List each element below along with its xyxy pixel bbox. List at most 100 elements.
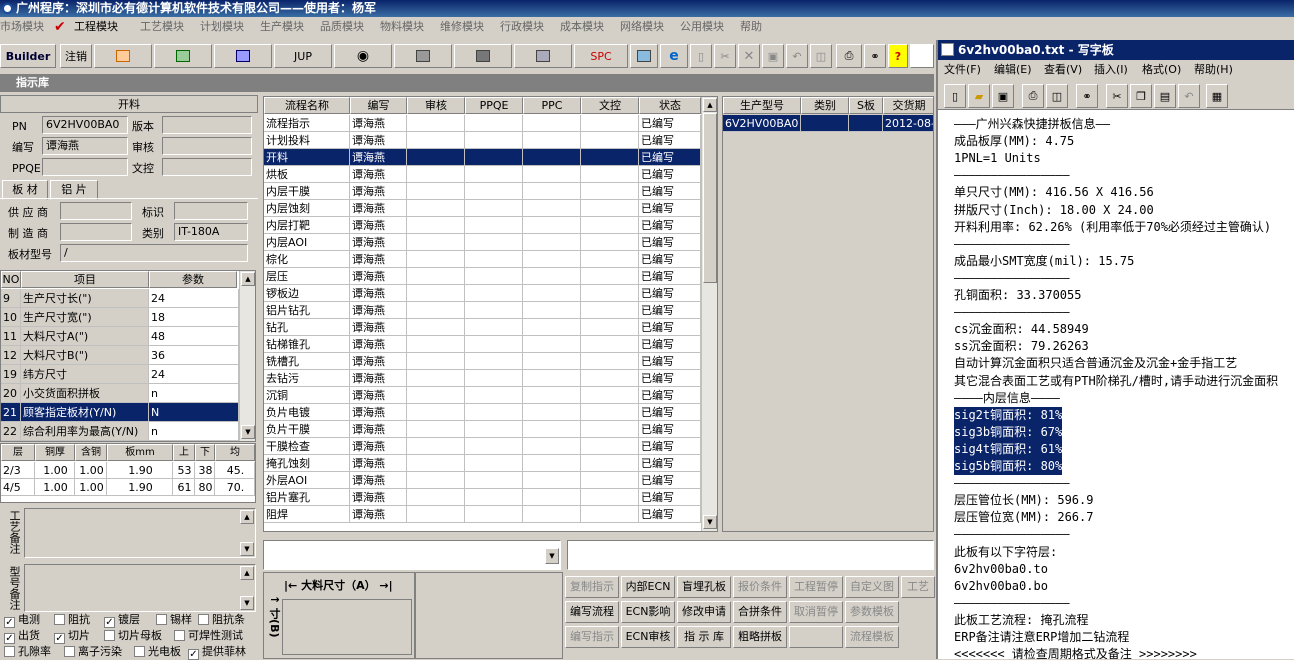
checkbox-icon[interactable] — [134, 646, 145, 657]
cabinet-button[interactable] — [394, 44, 452, 68]
option-checkbox[interactable]: 阻抗条 — [198, 613, 245, 627]
action-button[interactable]: 编写指示 — [565, 626, 619, 648]
table-row[interactable]: 内层打靶 谭海燕 已编写 — [264, 217, 701, 234]
print-button[interactable]: ⎙ — [1022, 84, 1044, 108]
scroll-down-icon[interactable]: ▼ — [240, 596, 254, 610]
scroll-up-icon[interactable]: ▲ — [703, 98, 717, 112]
table-row[interactable]: 内层AOI 谭海燕 已编写 — [264, 234, 701, 251]
new-button[interactable]: ▯ — [690, 44, 712, 68]
action-button[interactable]: 盲埋孔板 — [677, 576, 731, 598]
table-row[interactable]: 负片电镀 谭海燕 已编写 — [264, 404, 701, 421]
pn-field[interactable]: 6V2HV00BA0 — [42, 116, 128, 134]
option-checkbox[interactable]: 离子污染 — [64, 645, 122, 659]
table-row[interactable]: 烘板 谭海燕 已编写 — [264, 166, 701, 183]
checkbox-icon[interactable] — [156, 614, 167, 625]
paste-button[interactable]: ▤ — [1154, 84, 1176, 108]
table-row[interactable]: 21 顾客指定板材(Y/N) N — [1, 403, 239, 422]
table-row[interactable]: 铣槽孔 谭海燕 已编写 — [264, 353, 701, 370]
layers-grid[interactable]: 层铜厚(OZ)含铜mm板mm上下均2/31.001.001.90533845.4… — [0, 443, 256, 503]
action-button[interactable]: 工程暂停 — [789, 576, 843, 598]
printer-button[interactable] — [514, 44, 572, 68]
wordpad-menu-item[interactable]: 查看(V) — [1044, 60, 1082, 80]
checkmark-icon[interactable]: ✓ — [104, 617, 115, 628]
action-button[interactable]: 工艺计 — [901, 576, 935, 598]
table-row[interactable]: 9 生产尺寸长(") 24 — [1, 289, 239, 308]
table-row[interactable]: 开料 谭海燕 已编写 — [264, 149, 701, 166]
ie-button[interactable]: e — [660, 44, 688, 68]
table-row[interactable]: 计划投料 谭海燕 已编写 — [264, 132, 701, 149]
cut-button[interactable]: ✂ — [714, 44, 736, 68]
table-row[interactable]: 阻焊 谭海燕 已编写 — [264, 506, 701, 523]
menu-item[interactable]: 维修模块 — [440, 17, 484, 37]
checkmark-icon[interactable]: ✓ — [4, 617, 15, 628]
spc-button[interactable]: SPC — [574, 44, 628, 68]
params-header-item[interactable]: 项目 — [21, 271, 149, 288]
menu-item[interactable]: 成本模块 — [560, 17, 604, 37]
flow-header[interactable]: 审核 — [407, 97, 465, 114]
action-button[interactable]: 报价条件 — [733, 576, 787, 598]
wordpad-menu-item[interactable]: 编辑(E) — [994, 60, 1032, 80]
flow-grid[interactable]: ▲ ▼ 流程名称 编写 审核 PPQE PPC 文控 状态 流程指示 谭海燕 已编写 计划投料 谭海燕… — [263, 96, 718, 532]
table-row[interactable]: 20 小交货面积拼板 n — [1, 384, 239, 403]
flow-header[interactable]: 状态 — [639, 97, 701, 114]
flow-header[interactable]: PPC — [523, 97, 581, 114]
table-row[interactable]: 流程指示 谭海燕 已编写 — [264, 115, 701, 132]
action-button[interactable]: 取消暂停 — [789, 601, 843, 623]
action-button[interactable] — [789, 626, 843, 648]
save-button[interactable]: ▣ — [992, 84, 1014, 108]
flow-header[interactable]: PPQE — [465, 97, 523, 114]
chevron-down-icon[interactable]: ▼ — [545, 548, 559, 564]
table-row[interactable]: 层压 谭海燕 已编写 — [264, 268, 701, 285]
copy-button[interactable]: ❐ — [1130, 84, 1152, 108]
action-button[interactable]: 内部ECN — [621, 576, 675, 598]
flow-scrollbar[interactable]: ▲ ▼ — [701, 97, 717, 531]
option-checkbox[interactable]: ✓ 镀层 — [104, 613, 140, 628]
option-checkbox[interactable]: 阻抗 — [54, 613, 90, 627]
review-field[interactable] — [162, 137, 252, 155]
table-row[interactable]: 内层蚀刻 谭海燕 已编写 — [264, 200, 701, 217]
action-button[interactable]: 修改申请 — [677, 601, 731, 623]
checkbox-icon[interactable] — [4, 646, 15, 657]
ppqe-field[interactable] — [42, 158, 128, 176]
jup-button[interactable]: JUP — [274, 44, 332, 68]
table-row[interactable]: 去钻污 谭海燕 已编写 — [264, 370, 701, 387]
checkmark-icon[interactable]: ✓ — [54, 633, 65, 644]
export-excel-button[interactable] — [154, 44, 212, 68]
table-row[interactable]: 钻梯锥孔 谭海燕 已编写 — [264, 336, 701, 353]
export-text-button[interactable] — [94, 44, 152, 68]
menu-item[interactable]: 计划模块 — [200, 17, 244, 37]
maker-field[interactable] — [60, 223, 132, 241]
wordpad-document[interactable]: ———广州兴森快捷拼板信息—— 成品板厚(MM): 4.75 1PNL=1 Unit… — [938, 112, 1294, 659]
calc-button[interactable] — [630, 44, 658, 68]
menu-item[interactable]: 物料模块 — [380, 17, 424, 37]
model-notes-box[interactable]: ▲ ▼ — [24, 564, 256, 612]
production-header[interactable]: S板 — [849, 97, 883, 114]
scroll-up-icon[interactable]: ▲ — [241, 272, 255, 286]
flow-header[interactable]: 文控 — [581, 97, 639, 114]
params-header-no[interactable]: NO — [1, 271, 21, 288]
supplier-field[interactable] — [60, 202, 132, 220]
scroll-down-icon[interactable]: ▼ — [241, 425, 255, 439]
cut-button[interactable]: ✂ — [1106, 84, 1128, 108]
scroll-down-icon[interactable]: ▼ — [703, 515, 717, 529]
menu-item[interactable]: 行政模块 — [500, 17, 544, 37]
option-checkbox[interactable]: 光电板 — [134, 645, 181, 659]
action-button[interactable]: 编写流程 — [565, 601, 619, 623]
production-grid[interactable]: 生产型号 类别 S板 交货期 6V2HV00BA0 2012-08- — [722, 96, 934, 532]
action-button[interactable]: 指 示 库 — [677, 626, 731, 648]
checkbox-icon[interactable] — [54, 614, 65, 625]
wordpad-menu-item[interactable]: 文件(F) — [944, 60, 981, 80]
table-row[interactable]: 沉铜 谭海燕 已编写 — [264, 387, 701, 404]
layers-header[interactable]: 板mm — [107, 444, 173, 461]
undo-button[interactable]: ↶ — [786, 44, 808, 68]
table-row[interactable]: 内层干膜 谭海燕 已编写 — [264, 183, 701, 200]
checkbox-icon[interactable] — [198, 614, 209, 625]
flow-header[interactable]: 编写 — [350, 97, 407, 114]
wordpad-menu-item[interactable]: 插入(I) — [1094, 60, 1128, 80]
save-button[interactable]: ▣ — [762, 44, 784, 68]
scroll-thumb[interactable] — [703, 113, 717, 283]
params-header-value[interactable]: 参数 — [149, 271, 237, 288]
checkbox-icon[interactable] — [174, 630, 185, 641]
view-button[interactable]: ◉ — [334, 44, 392, 68]
table-row[interactable]: 19 纬方尺寸 24 — [1, 365, 239, 384]
